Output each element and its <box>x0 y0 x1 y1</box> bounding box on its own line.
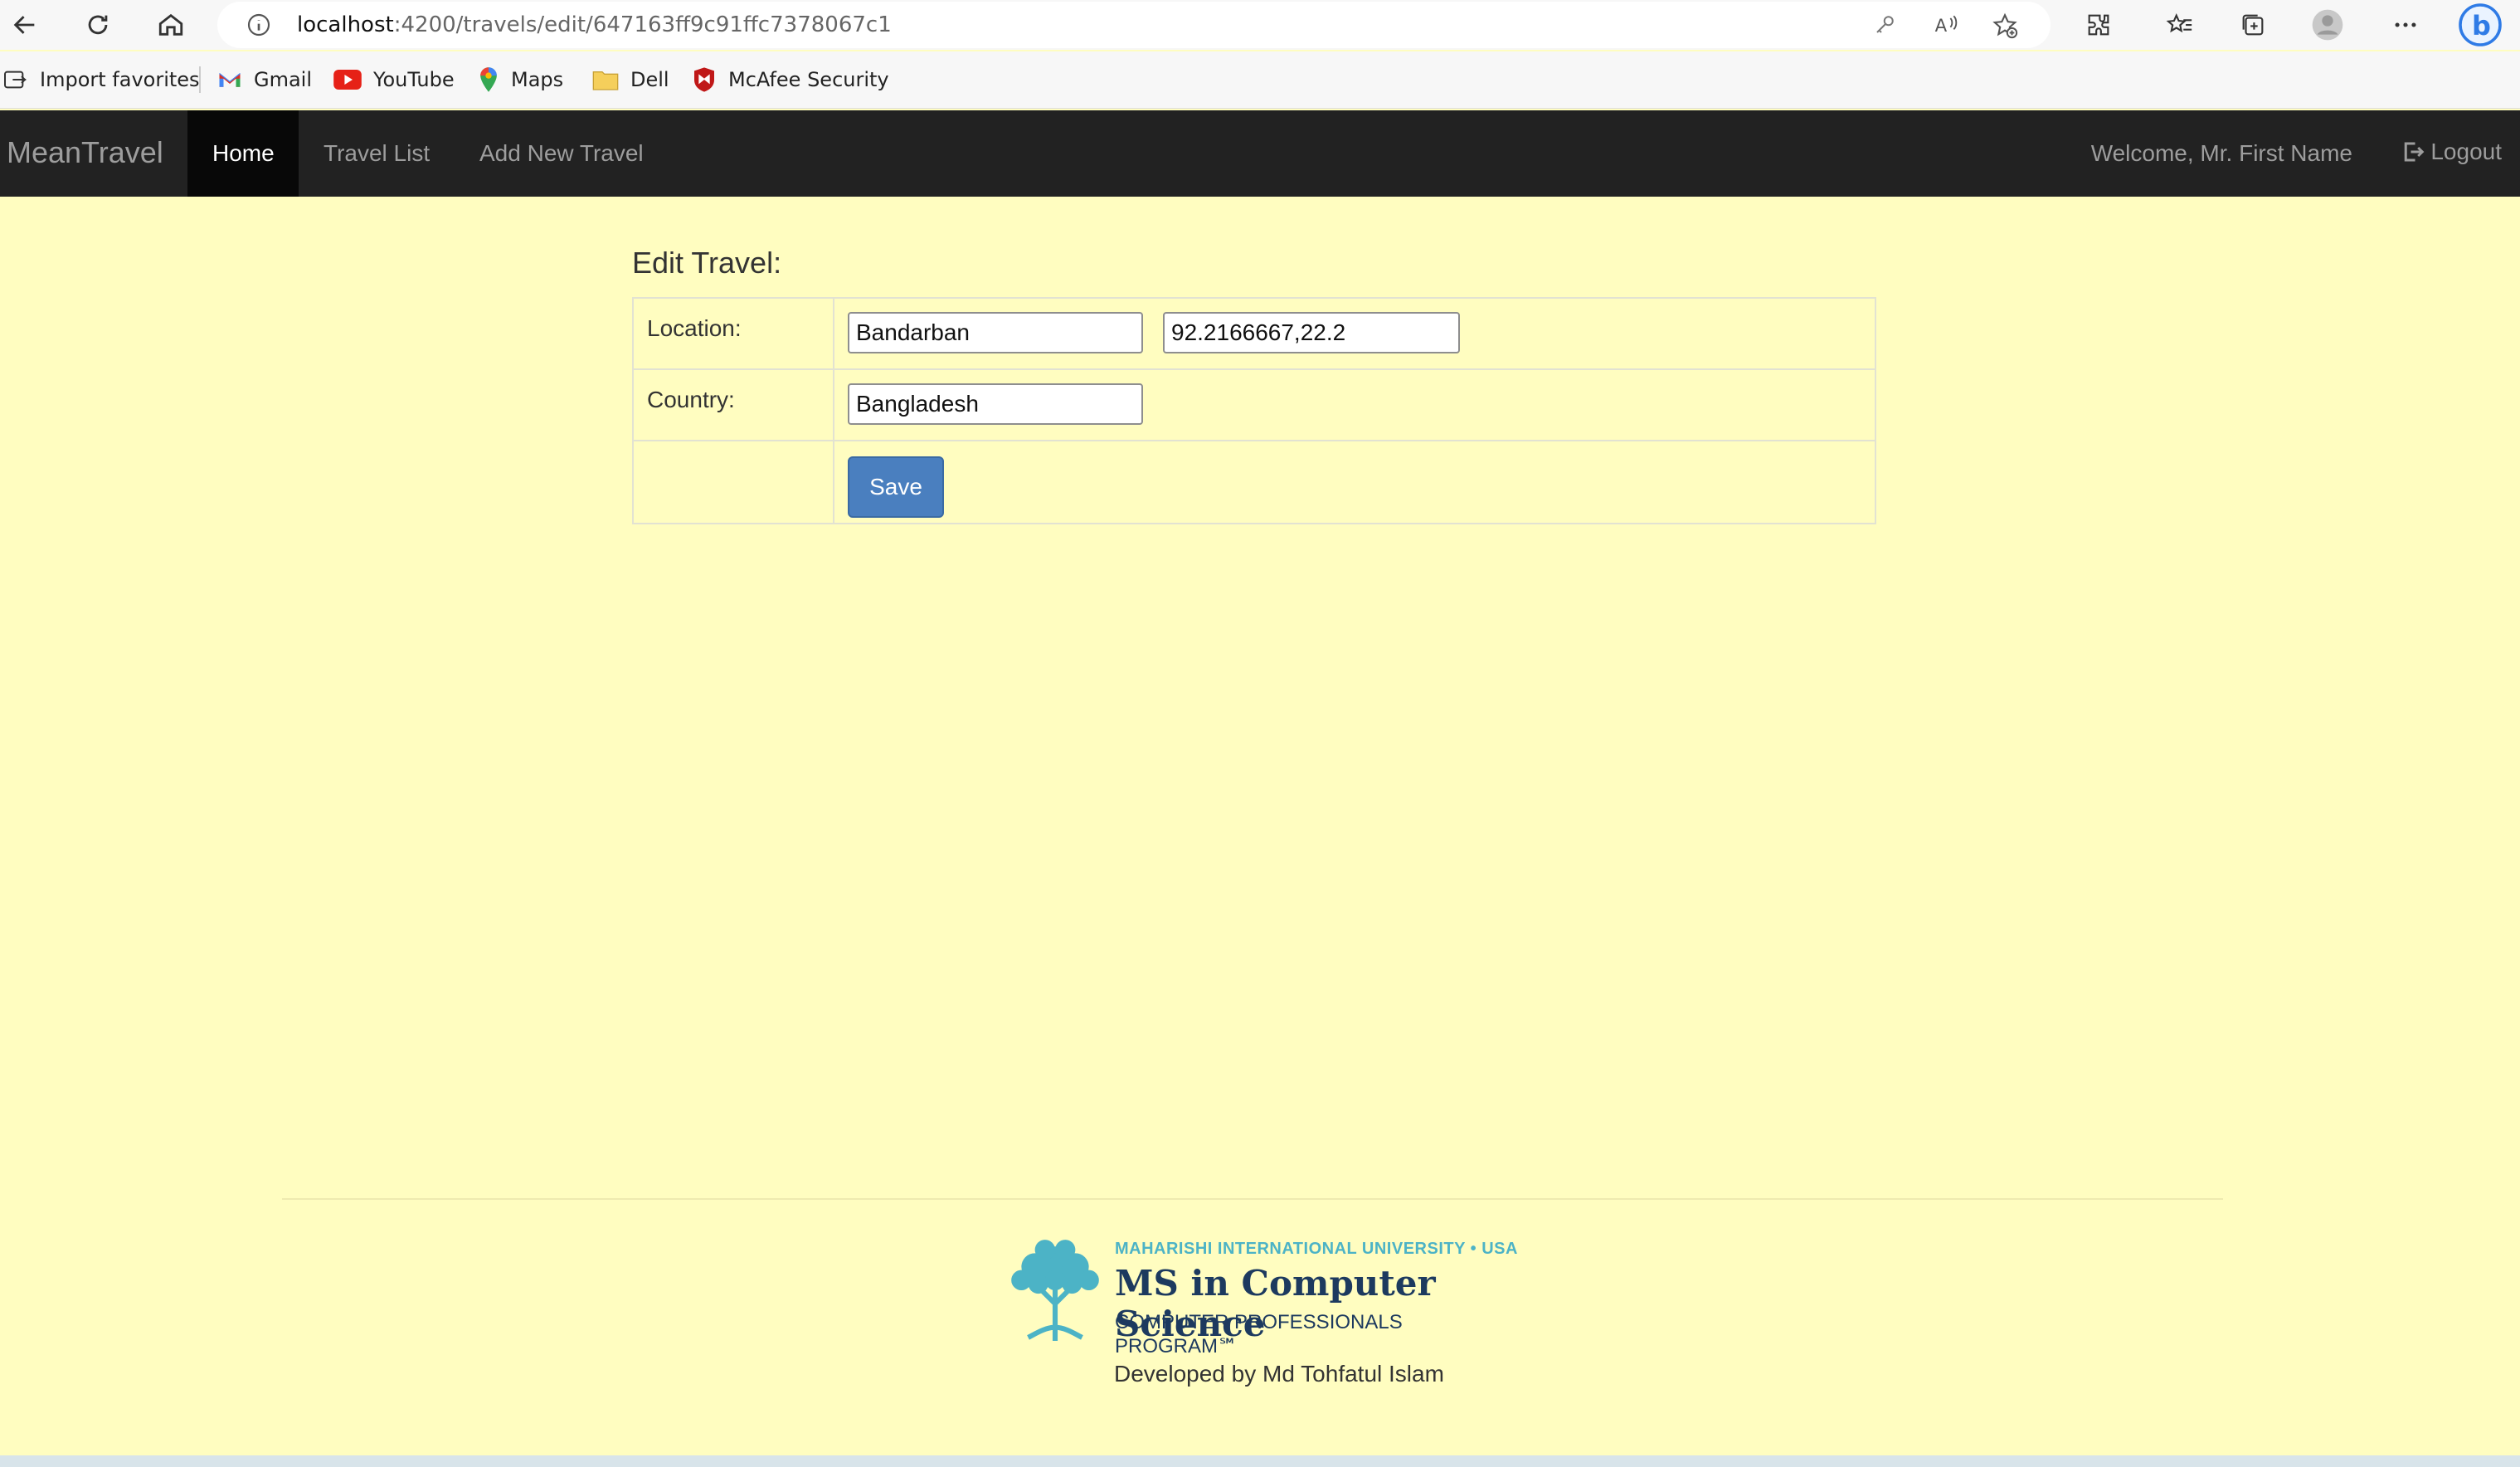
bookmark-separator <box>199 66 201 93</box>
key-icon[interactable] <box>1873 12 1898 41</box>
import-icon <box>2 66 28 93</box>
more-options-icon[interactable] <box>2389 8 2422 41</box>
developer-credit: Developed by Md Tohfatul Islam <box>1114 1361 1444 1387</box>
location-label: Location: <box>647 315 742 341</box>
maps-icon <box>478 66 499 93</box>
bookmark-gmail[interactable]: Gmail <box>217 65 312 95</box>
extensions-icon[interactable] <box>2082 8 2115 41</box>
nav-home[interactable]: Home <box>187 110 299 197</box>
collections-icon[interactable] <box>2236 8 2269 41</box>
svg-text:b: b <box>2472 10 2491 41</box>
bing-chat-icon[interactable]: b <box>2454 2 2507 48</box>
country-label: Country: <box>647 387 735 412</box>
bookmark-import-favorites[interactable]: Import favorites <box>2 65 200 95</box>
site-info-icon[interactable] <box>246 12 272 42</box>
favorites-icon[interactable] <box>2163 8 2196 41</box>
youtube-icon <box>333 70 362 90</box>
mcafee-icon <box>692 66 717 93</box>
svg-text:A: A <box>1935 16 1948 37</box>
column-divider <box>833 370 834 440</box>
browser-toolbar: localhost:4200/travels/edit/647163ff9c91… <box>0 0 2520 50</box>
logout-link[interactable]: Logout <box>2401 139 2502 165</box>
profile-avatar-icon[interactable] <box>2311 8 2344 41</box>
add-favorite-icon[interactable] <box>1991 12 2019 44</box>
bookmark-dell[interactable]: Dell <box>592 65 669 95</box>
folder-icon <box>592 68 619 91</box>
url-text: localhost:4200/travels/edit/647163ff9c91… <box>297 12 892 37</box>
column-divider <box>833 299 834 368</box>
footer-divider <box>282 1198 2223 1200</box>
actions-row: Save <box>634 441 1875 524</box>
bookmark-maps[interactable]: Maps <box>478 65 563 95</box>
bookmark-mcafee[interactable]: McAfee Security <box>692 65 889 95</box>
column-divider <box>833 441 834 524</box>
logout-icon <box>2401 139 2425 164</box>
welcome-text: Welcome, Mr. First Name <box>2090 140 2352 166</box>
edit-travel-form: Location: Country: Save <box>632 297 1876 524</box>
read-aloud-icon[interactable]: A <box>1933 12 1959 42</box>
location-name-input[interactable] <box>848 312 1143 353</box>
country-input[interactable] <box>848 383 1143 425</box>
nav-travel-list[interactable]: Travel List <box>299 110 455 197</box>
location-coordinates-input[interactable] <box>1163 312 1460 353</box>
save-button[interactable]: Save <box>848 456 944 518</box>
tree-logo-icon <box>1004 1236 1107 1348</box>
app-navbar: MeanTravel Home Travel List Add New Trav… <box>0 110 2520 197</box>
refresh-icon[interactable] <box>80 7 116 43</box>
page-title: Edit Travel: <box>632 246 782 280</box>
bookmark-youtube[interactable]: YouTube <box>333 65 455 95</box>
logo-university-text: MAHARISHI INTERNATIONAL UNIVERSITY • USA <box>1115 1240 1518 1258</box>
home-icon[interactable] <box>153 7 189 43</box>
back-icon[interactable] <box>7 7 43 43</box>
miu-logo: MAHARISHI INTERNATIONAL UNIVERSITY • USA… <box>1004 1236 1518 1357</box>
brand-link[interactable]: MeanTravel <box>7 135 163 170</box>
taskbar-edge <box>0 1455 2520 1467</box>
bookmarks-bar: Import favorites Gmail YouTube Maps Dell… <box>0 51 2520 109</box>
country-row: Country: <box>634 370 1875 441</box>
url-bar[interactable]: localhost:4200/travels/edit/647163ff9c91… <box>217 2 2051 48</box>
logo-program-subtitle: COMPUTER PROFESSIONALS PROGRAM℠ <box>1115 1311 1403 1357</box>
location-row: Location: <box>634 299 1875 370</box>
gmail-icon <box>217 70 242 90</box>
nav-add-new-travel[interactable]: Add New Travel <box>455 110 669 197</box>
